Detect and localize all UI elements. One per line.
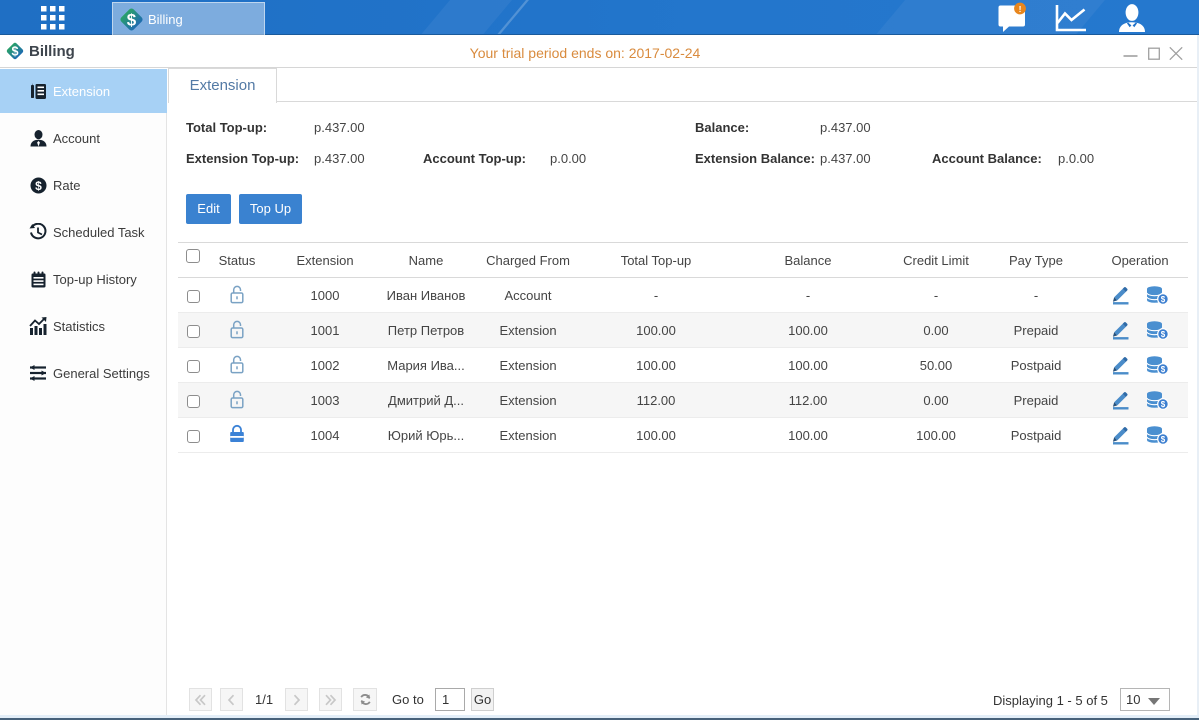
svg-text:$: $ bbox=[1161, 365, 1166, 374]
svg-text:$: $ bbox=[1161, 330, 1166, 339]
svg-text:$: $ bbox=[127, 10, 137, 29]
svg-text:$: $ bbox=[35, 179, 42, 193]
svg-text:$: $ bbox=[1161, 295, 1166, 304]
svg-text:$: $ bbox=[1161, 400, 1166, 409]
svg-text:!: ! bbox=[1019, 4, 1022, 14]
svg-text:$: $ bbox=[1161, 435, 1166, 444]
